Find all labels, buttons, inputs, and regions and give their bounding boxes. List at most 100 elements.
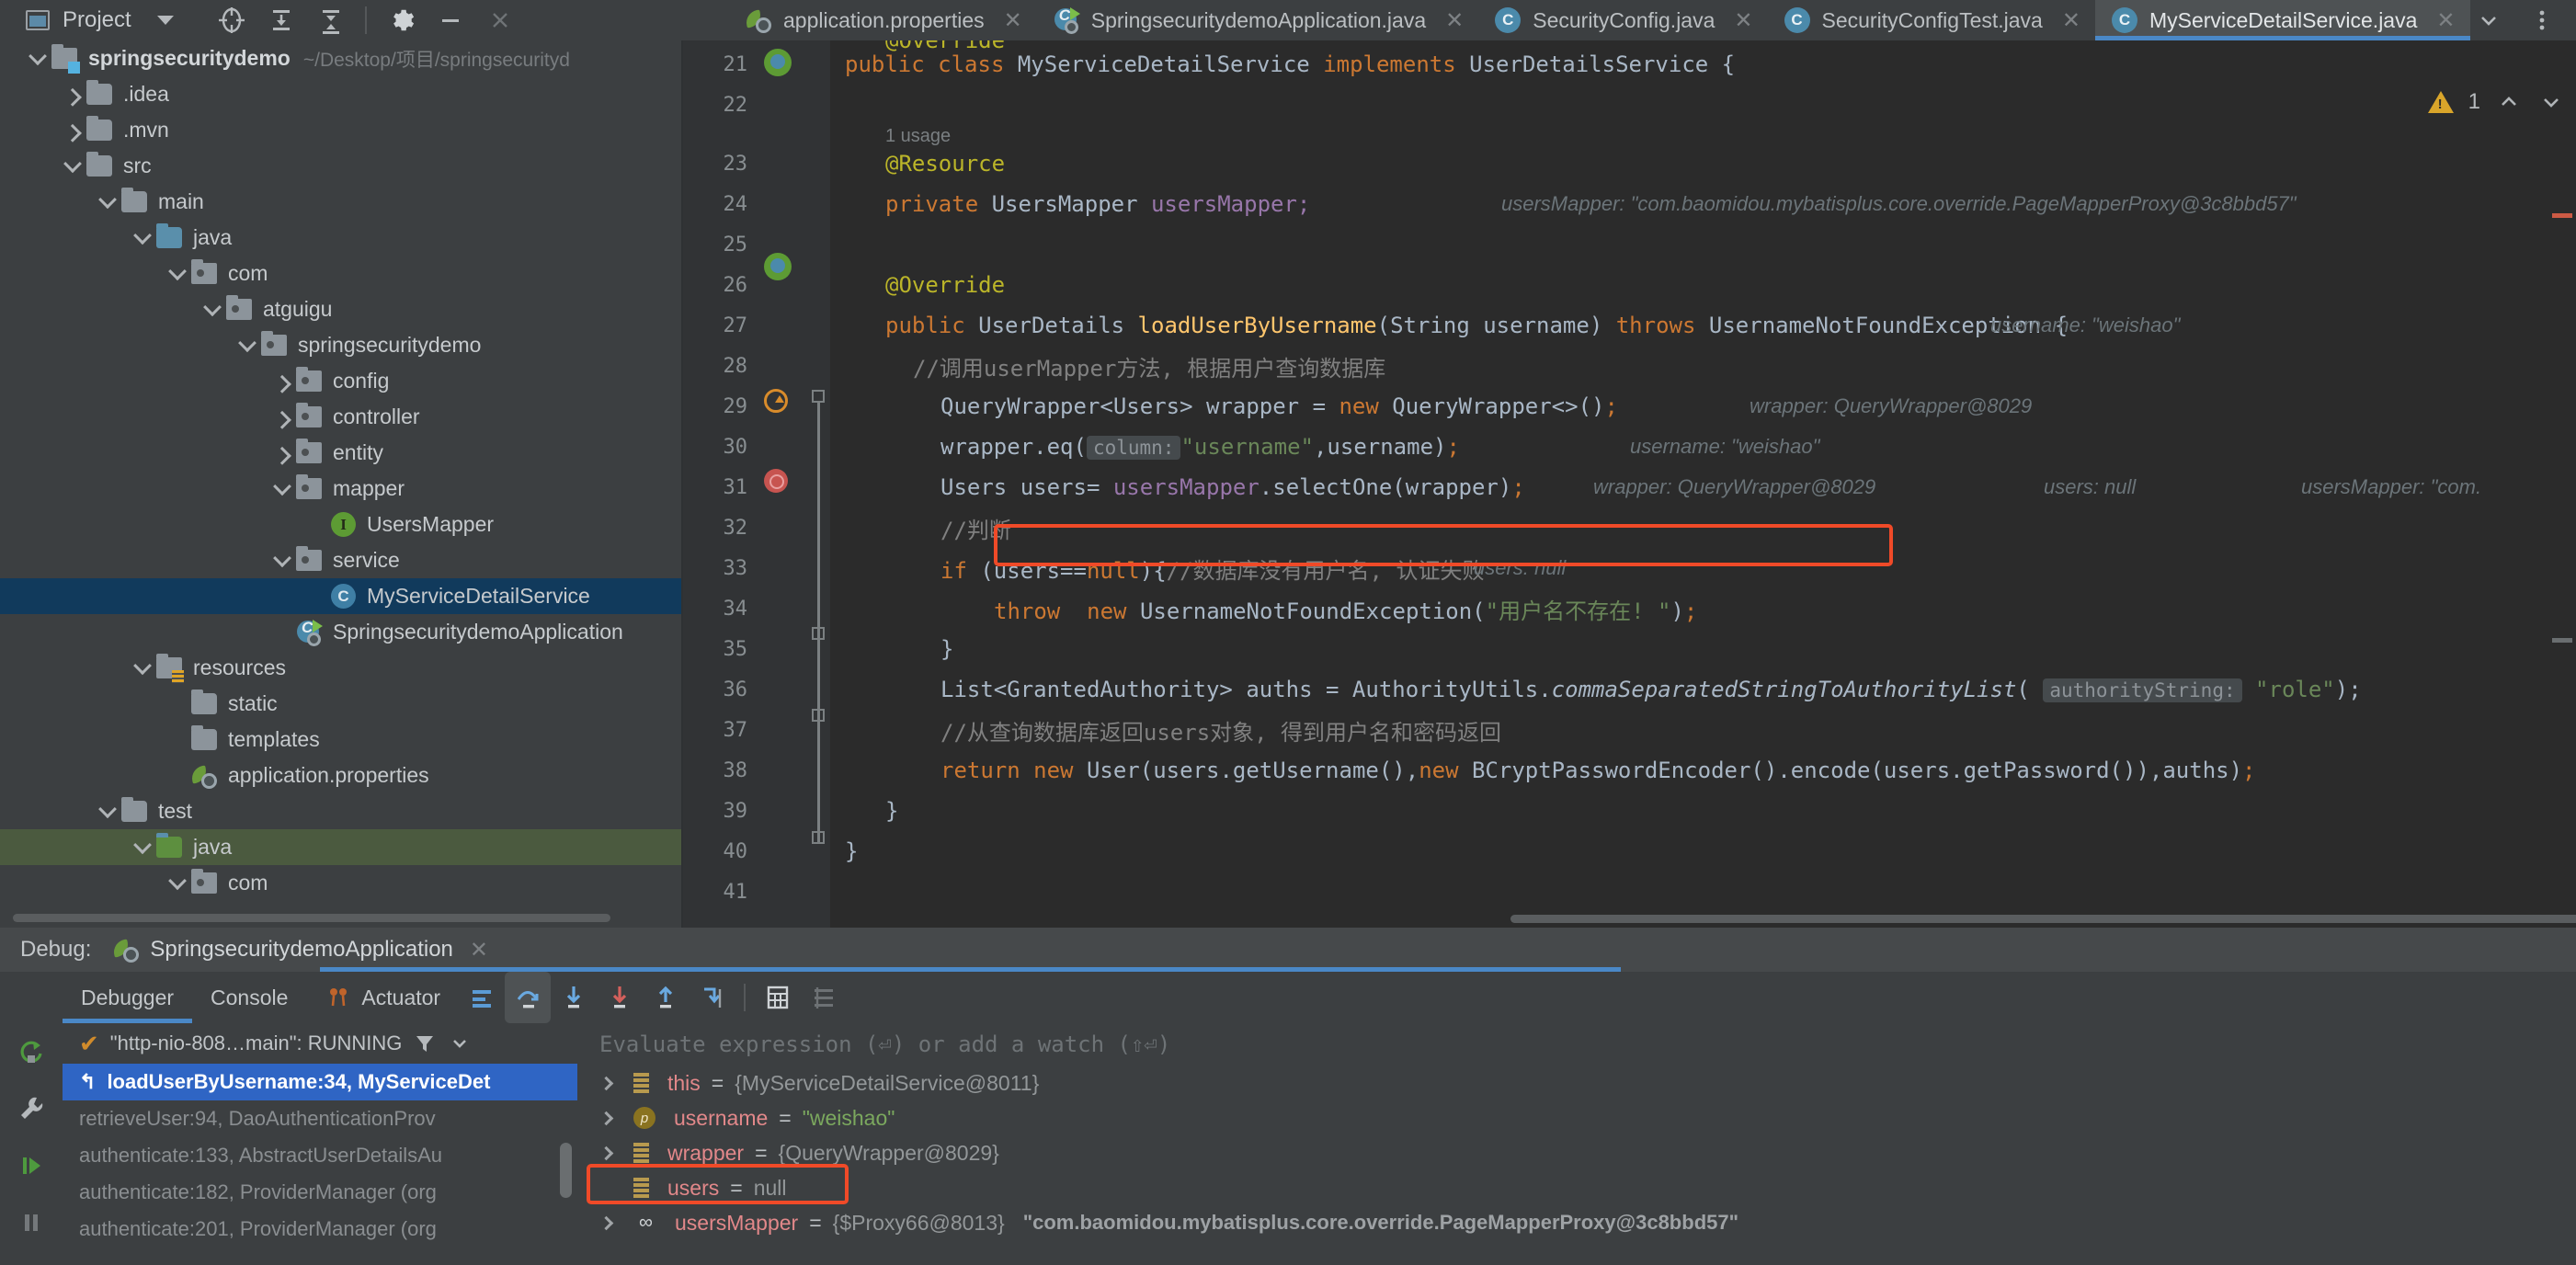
tree-row-com[interactable]: com [0,256,681,291]
twisty-expanded[interactable] [94,196,121,209]
pause-program-icon[interactable] [0,1194,63,1251]
evaluate-expression-input[interactable]: Evaluate expression (⏎) or add a watch (… [579,1023,2576,1066]
settings-gear-icon[interactable] [376,0,426,40]
chevron-down-icon[interactable] [157,16,174,25]
tree-row-java[interactable]: java [0,220,681,256]
tree-row-springsecuritydemoapplication[interactable]: SpringsecuritydemoApplication [0,614,681,650]
run-to-cursor-icon[interactable] [689,972,735,1023]
tree-row-mapper[interactable]: mapper [0,471,681,507]
code-text-area[interactable]: @Override public class MyServiceDetailSe… [830,40,2576,928]
chevron-up-icon[interactable] [2495,88,2523,116]
expand-chevron-icon[interactable] [599,1111,614,1125]
stop-program-icon[interactable] [0,1251,63,1265]
variable-row[interactable]: this = {MyServiceDetailService@8011} [579,1066,2576,1100]
close-icon[interactable]: ✕ [1004,7,1022,34]
spring-bean-gutter-icon[interactable] [764,253,792,280]
tree-row-myservicedetailservice[interactable]: CMyServiceDetailService [0,578,681,614]
override-gutter-icon[interactable] [764,389,788,413]
breakpoint-gutter-icon[interactable] [764,469,788,493]
frame-list-item[interactable]: authenticate:133, AbstractUserDetailsAu [63,1137,577,1174]
twisty-expanded[interactable] [129,841,156,854]
minimize-icon[interactable] [426,0,475,40]
step-out-icon[interactable] [643,972,689,1023]
more-vertical-icon[interactable] [2517,0,2567,40]
tab-springsecuritydemoapplication[interactable]: SpringsecuritydemoApplication.java ✕ [1037,0,1478,40]
tab-securityconfig[interactable]: C SecurityConfig.java ✕ [1478,0,1767,40]
filter-icon[interactable] [413,1031,437,1055]
settings-wrench-icon[interactable] [0,1080,63,1137]
twisty-expanded[interactable] [164,268,191,280]
frame-list-item[interactable]: ↰loadUserByUsername:34, MyServiceDet [63,1064,577,1100]
tab-console[interactable]: Console [192,972,306,1023]
tree-row-controller[interactable]: controller [0,399,681,435]
mute-breakpoints-icon[interactable] [801,972,847,1023]
close-icon[interactable]: ✕ [2436,7,2455,34]
frames-vertical-scrollbar[interactable] [560,1143,572,1198]
collapse-all-icon[interactable] [256,0,306,40]
expand-chevron-icon[interactable] [599,1215,614,1230]
twisty-collapsed[interactable] [59,124,86,137]
tab-actuator[interactable]: Actuator [306,972,459,1023]
tree-row-entity[interactable]: entity [0,435,681,471]
tree-row-java[interactable]: java [0,829,681,865]
twisty-expanded[interactable] [94,805,121,818]
tree-row-test[interactable]: test [0,793,681,829]
twisty-expanded[interactable] [24,52,51,65]
tree-row--idea[interactable]: .idea [0,76,681,112]
step-over-icon[interactable] [505,972,551,1023]
tab-myservicedetailservice[interactable]: C MyServiceDetailService.java ✕ [2095,0,2470,40]
twisty-expanded[interactable] [129,232,156,245]
tree-row-main[interactable]: main [0,184,681,220]
evaluate-expression-icon[interactable] [755,972,801,1023]
variable-row[interactable]: wrapper = {QueryWrapper@8029} [579,1135,2576,1170]
tree-row-src[interactable]: src [0,148,681,184]
sidebar-horizontal-scrollbar[interactable] [13,914,610,922]
step-into-icon[interactable] [551,972,597,1023]
variable-row[interactable]: ∞usersMapper = {$Proxy66@8013}"com.baomi… [579,1205,2576,1240]
variable-row[interactable]: pusername = "weishao" [579,1100,2576,1135]
frame-list-item[interactable]: retrieveUser:94, DaoAuthenticationProv [63,1100,577,1137]
locate-icon[interactable] [207,0,256,40]
twisty-expanded[interactable] [129,662,156,675]
twisty-expanded[interactable] [164,877,191,890]
tab-list-icon[interactable] [2464,0,2513,40]
tree-row-springsecuritydemo[interactable]: springsecuritydemo [0,327,681,363]
tree-row-atguigu[interactable]: atguigu [0,291,681,327]
thread-selector[interactable]: ✔ "http-nio-808…main": RUNNING [63,1023,577,1064]
chevron-down-icon[interactable] [2537,88,2565,116]
tab-application-properties[interactable]: application.properties ✕ [729,0,1037,40]
twisty-expanded[interactable] [59,160,86,173]
close-icon[interactable] [475,0,525,40]
editor-horizontal-scrollbar[interactable] [1510,915,2576,923]
tab-securityconfigtest[interactable]: C SecurityConfigTest.java ✕ [1768,0,2095,40]
rerun-icon[interactable] [0,1023,63,1080]
twisty-expanded[interactable] [268,554,296,567]
twisty-expanded[interactable] [199,303,226,316]
expand-chevron-icon[interactable] [599,1145,614,1160]
twisty-collapsed[interactable] [268,447,296,460]
tree-row-service[interactable]: service [0,542,681,578]
tab-debugger[interactable]: Debugger [63,972,192,1023]
force-step-into-icon[interactable] [597,972,643,1023]
tree-row-static[interactable]: static [0,686,681,722]
twisty-collapsed[interactable] [268,411,296,424]
layout-settings-icon[interactable] [459,972,505,1023]
minimap-marker[interactable] [2552,638,2572,643]
expand-all-icon[interactable] [306,0,356,40]
twisty-collapsed[interactable] [268,375,296,388]
inspection-status-widget[interactable]: 1 [2428,88,2565,116]
minimap-error-stripe[interactable] [2552,213,2572,218]
variable-row[interactable]: users = null [579,1170,2576,1205]
tree-row-templates[interactable]: templates [0,722,681,758]
tree-row-application-properties[interactable]: application.properties [0,758,681,793]
expand-chevron-icon[interactable] [599,1076,614,1090]
tree-row-resources[interactable]: resources [0,650,681,686]
close-icon[interactable]: ✕ [2062,7,2080,34]
frame-list-item[interactable]: authenticate:182, ProviderManager (org [63,1174,577,1211]
close-icon[interactable]: ✕ [1734,7,1752,34]
tree-row--mvn[interactable]: .mvn [0,112,681,148]
twisty-collapsed[interactable] [59,88,86,101]
close-icon[interactable]: ✕ [1445,7,1464,34]
twisty-expanded[interactable] [268,483,296,496]
run-configuration-name[interactable]: SpringsecuritydemoApplication [150,937,453,963]
